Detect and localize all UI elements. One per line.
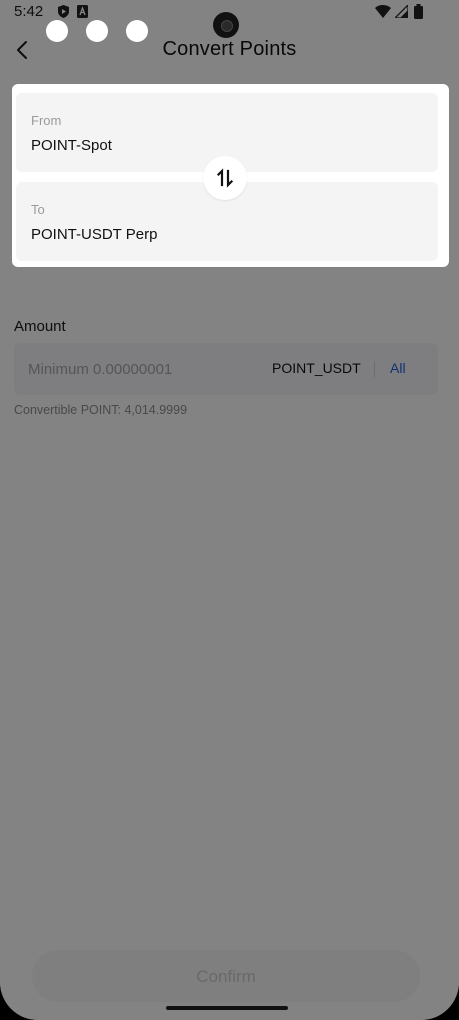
from-label: From [31,113,62,128]
a-icon [77,5,88,18]
all-button[interactable]: All [390,360,406,376]
tour-dot-2 [86,20,108,42]
swap-button[interactable] [203,156,247,200]
status-time: 5:42 [14,3,44,20]
amount-field: POINT_USDT All [14,343,438,395]
to-value: POINT-USDT Perp [31,226,158,243]
to-label: To [31,202,45,217]
convertible-balance: Convertible POINT: 4,014.9999 [14,403,188,417]
shield-play-icon [58,5,69,18]
divider [374,361,375,377]
signal-icon [393,3,409,22]
battery-icon [414,4,423,23]
screen: 5:42 Convert Points From POINT-Spot To P… [0,0,459,1020]
amount-input[interactable] [28,358,258,380]
tour-dot-3 [126,20,148,42]
swap-icon [216,168,234,188]
amount-unit: POINT_USDT [272,360,361,376]
tour-dot-1 [46,20,68,42]
front-camera [213,12,239,38]
amount-label: Amount [14,318,66,335]
confirm-button[interactable]: Confirm [32,950,420,1002]
convert-card: From POINT-Spot To POINT-USDT Perp [12,84,449,267]
wifi-icon [375,5,391,22]
page-title: Convert Points [162,38,297,60]
home-indicator[interactable] [166,1006,288,1010]
from-value: POINT-Spot [31,137,112,154]
